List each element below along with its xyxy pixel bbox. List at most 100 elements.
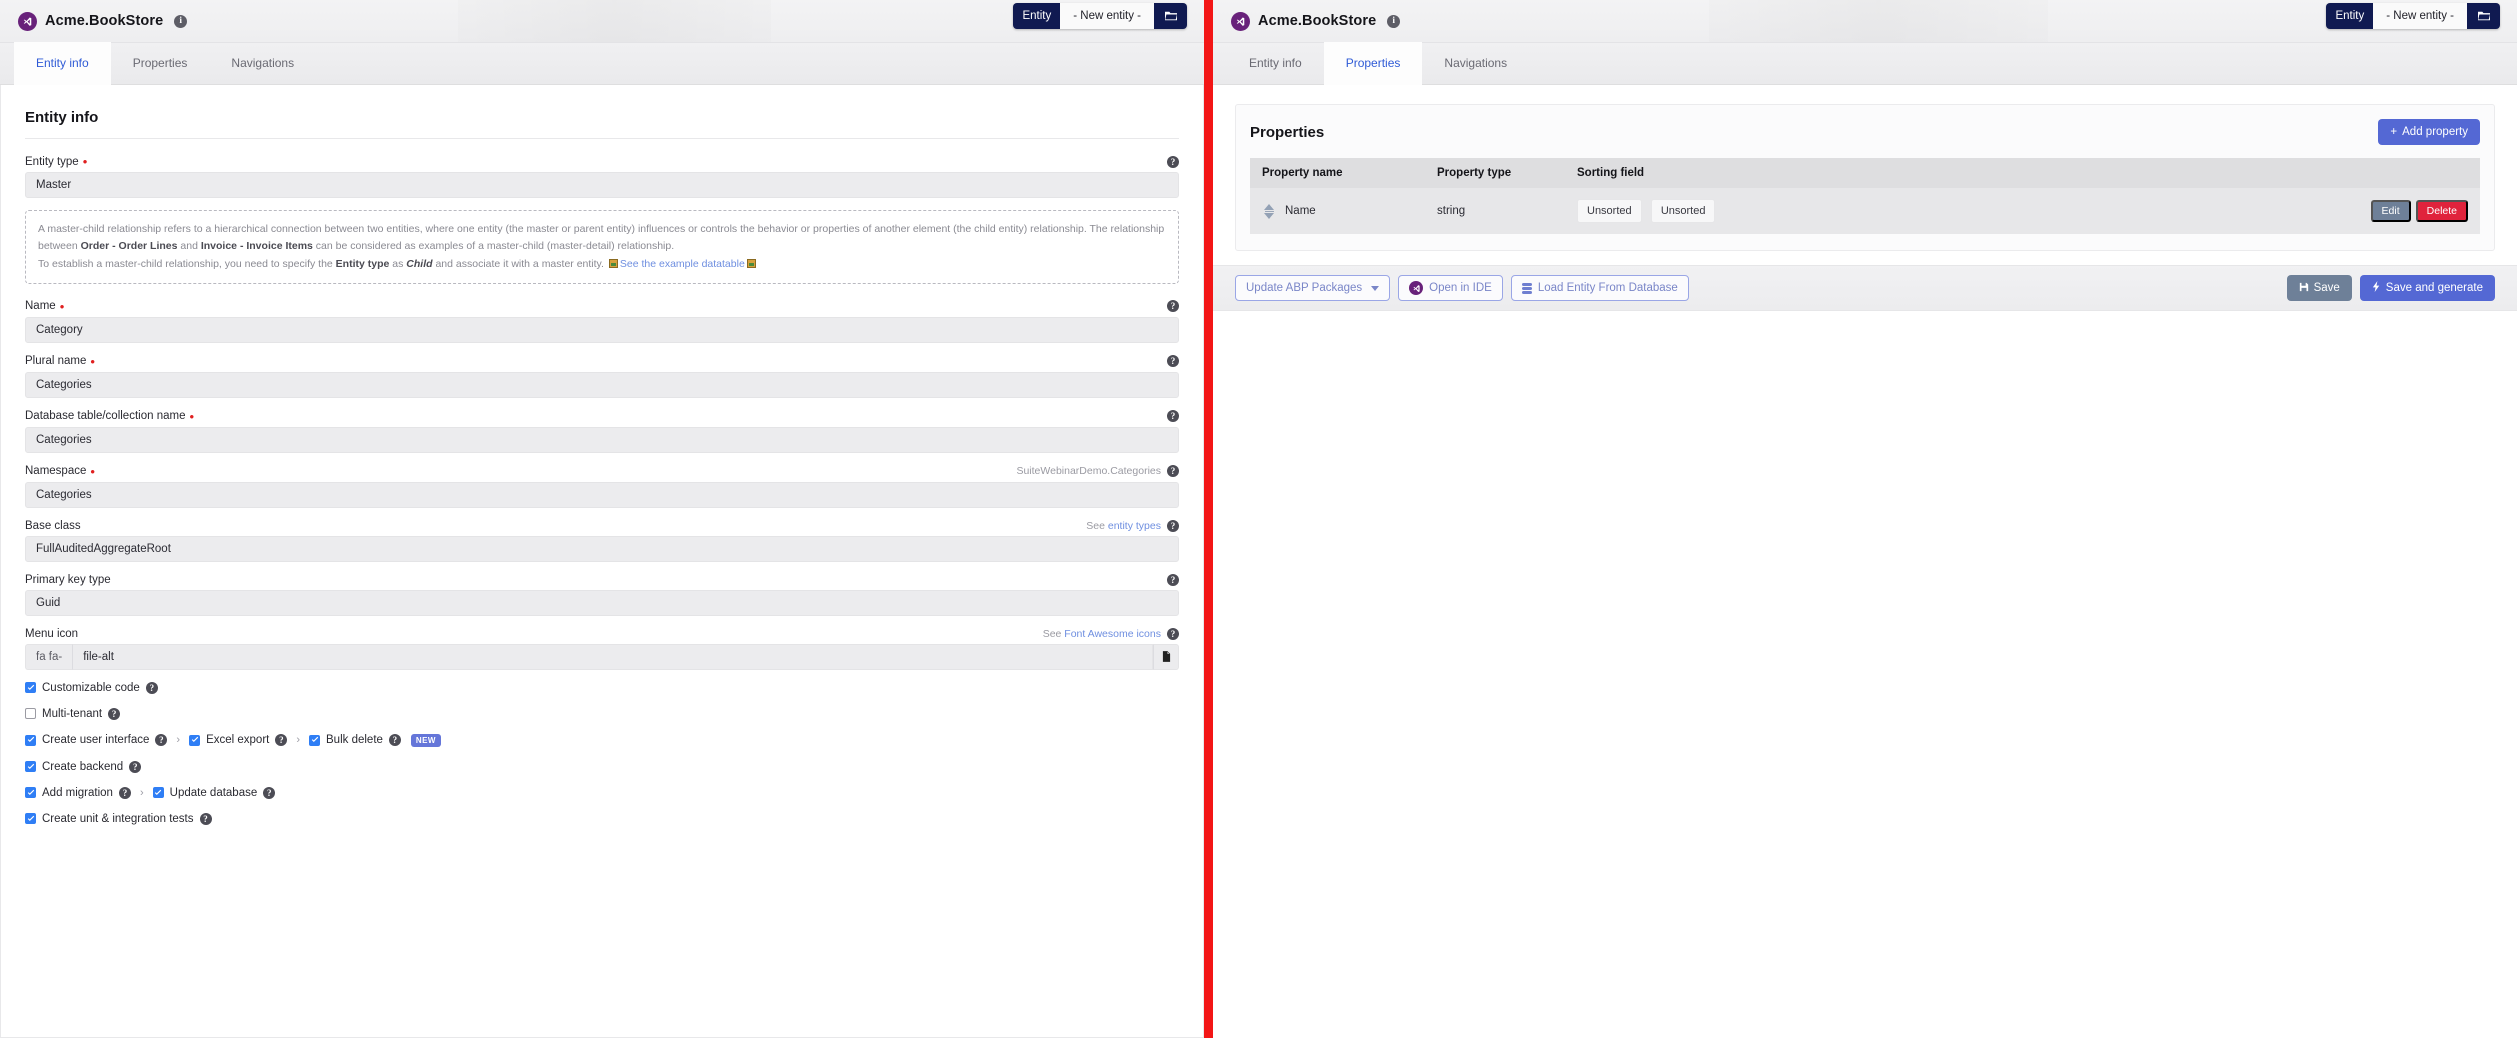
entity-selector-group[interactable]: Entity - New entity - <box>2326 3 2500 29</box>
entity-types-link[interactable]: entity types <box>1108 520 1161 532</box>
checkbox-multi-tenant[interactable]: Multi-tenant ? <box>25 707 1179 720</box>
help-icon[interactable]: ? <box>118 786 131 799</box>
checkbox-icon[interactable] <box>25 761 36 773</box>
app-title: Acme.BookStore <box>1258 13 1377 29</box>
checkbox-icon[interactable] <box>25 708 36 720</box>
db-table-input[interactable]: Categories <box>25 426 1179 453</box>
update-abp-packages-button[interactable]: Update ABP Packages <box>1235 275 1391 301</box>
help-icon[interactable]: ? <box>1167 155 1179 168</box>
checkbox-icon[interactable] <box>25 787 36 799</box>
field-entity-type: Entity type • ? Master <box>25 155 1179 198</box>
new-badge: NEW <box>410 733 441 747</box>
help-icon[interactable]: ? <box>1167 300 1179 313</box>
checkbox-label: Create unit & integration tests <box>42 812 194 825</box>
help-icon[interactable]: ? <box>145 681 158 694</box>
save-and-generate-button[interactable]: Save and generate <box>2359 275 2495 301</box>
help-icon[interactable]: ? <box>1167 465 1179 478</box>
info-circle-icon[interactable]: i <box>1387 14 1401 28</box>
required-marker: • <box>90 353 95 369</box>
entity-selector-value[interactable]: - New entity - <box>2373 3 2467 29</box>
help-icon[interactable]: ? <box>263 786 276 799</box>
add-property-button[interactable]: + Add property <box>2378 119 2480 145</box>
name-input[interactable]: Category <box>25 316 1179 343</box>
visual-studio-icon <box>18 11 37 31</box>
entity-type-select[interactable]: Master <box>25 172 1179 198</box>
checkbox-icon[interactable] <box>25 734 36 746</box>
load-entity-from-database-button[interactable]: Load Entity From Database <box>1510 275 1689 301</box>
example-datatable-link[interactable]: See the example datatable <box>620 258 745 270</box>
primary-key-select[interactable]: Guid <box>25 589 1179 616</box>
note-p2-b: Entity type <box>335 257 390 270</box>
table-header-row: Property name Property type Sorting fiel… <box>1250 158 2480 188</box>
folder-open-icon[interactable] <box>1154 3 1187 29</box>
base-class-hint: See entity types <box>1086 520 1161 532</box>
menu-icon-prefix: fa fa- <box>25 643 73 670</box>
field-base-class: Base class See entity types ? FullAudite… <box>25 519 1179 562</box>
tab-navigations[interactable]: Navigations <box>1422 42 1529 84</box>
tab-entity-info[interactable]: Entity info <box>14 42 111 85</box>
checkbox-icon[interactable] <box>152 787 164 799</box>
tab-navigations[interactable]: Navigations <box>209 42 316 84</box>
entity-selector-value[interactable]: - New entity - <box>1060 3 1154 29</box>
add-property-label: Add property <box>2402 126 2468 138</box>
app-title: Acme.BookStore <box>45 13 164 29</box>
checkbox-icon[interactable] <box>25 813 36 825</box>
open-in-ide-button[interactable]: Open in IDE <box>1398 275 1503 301</box>
base-class-select[interactable]: FullAuditedAggregateRoot <box>25 535 1179 562</box>
image-icon-trailing <box>746 258 756 268</box>
right-action-bar: Update ABP Packages Open in IDE Load Ent… <box>1213 265 2517 311</box>
tab-properties[interactable]: Properties <box>1323 42 1423 85</box>
tab-properties[interactable]: Properties <box>111 42 210 84</box>
tab-entity-info[interactable]: Entity info <box>1227 42 1324 84</box>
font-awesome-link[interactable]: Font Awesome icons <box>1064 628 1161 640</box>
help-icon[interactable]: ? <box>1167 410 1179 423</box>
chevron-right-icon: › <box>139 786 144 799</box>
sorting-pill-1[interactable]: Unsorted <box>1577 199 1642 223</box>
arrow-down-icon[interactable] <box>1264 212 1274 219</box>
checkbox-icon[interactable] <box>25 682 36 694</box>
topbar-sheen <box>1708 0 2048 42</box>
edit-button[interactable]: Edit <box>2370 200 2411 222</box>
help-icon[interactable]: ? <box>1167 519 1179 532</box>
required-marker: • <box>189 408 195 424</box>
entity-selector-group[interactable]: Entity - New entity - <box>1013 3 1187 29</box>
arrow-up-icon[interactable] <box>1264 203 1274 210</box>
help-icon[interactable]: ? <box>388 734 401 747</box>
help-icon[interactable]: ? <box>199 812 212 825</box>
info-circle-icon[interactable]: i <box>174 14 188 28</box>
checkbox-icon[interactable] <box>309 734 321 746</box>
help-icon[interactable]: ? <box>108 707 121 720</box>
left-tabstrip: Entity info Properties Navigations <box>0 42 1204 85</box>
note-p1-b: Order - Order Lines <box>80 240 178 253</box>
open-in-ide-label: Open in IDE <box>1429 282 1492 294</box>
properties-card: Properties + Add property Property name … <box>1235 104 2495 251</box>
checkbox-label: Multi-tenant <box>42 707 103 720</box>
checkbox-icon[interactable] <box>189 734 201 746</box>
save-and-generate-label: Save and generate <box>2385 282 2483 294</box>
delete-button[interactable]: Delete <box>2415 200 2468 222</box>
right-panel: Acme.BookStore i Entity - New entity - E… <box>1213 0 2517 1038</box>
plural-name-input[interactable]: Categories <box>25 371 1179 398</box>
save-button[interactable]: Save <box>2286 275 2352 301</box>
properties-title: Properties <box>1250 123 1325 141</box>
help-icon[interactable]: ? <box>1167 355 1179 368</box>
row-reorder-handle[interactable] <box>1262 203 1276 219</box>
column-actions <box>2358 158 2480 188</box>
help-icon[interactable]: ? <box>1167 627 1179 640</box>
checkbox-create-tests[interactable]: Create unit & integration tests ? <box>25 812 1179 825</box>
column-sorting-field: Sorting field <box>1565 158 2359 188</box>
field-db-table-label: Database table/collection name <box>25 410 186 423</box>
column-property-type: Property type <box>1425 158 1565 188</box>
help-icon[interactable]: ? <box>275 734 288 747</box>
help-icon[interactable]: ? <box>1167 573 1179 586</box>
right-tabstrip: Entity info Properties Navigations <box>1213 42 2517 85</box>
menu-icon-input[interactable]: file-alt <box>72 643 1153 670</box>
folder-open-icon[interactable] <box>2467 3 2500 29</box>
help-icon[interactable]: ? <box>155 734 168 747</box>
sorting-pill-2[interactable]: Unsorted <box>1650 199 1716 223</box>
help-icon[interactable]: ? <box>129 760 142 773</box>
checkbox-create-backend[interactable]: Create backend ? <box>25 760 1179 773</box>
checkbox-customizable-code[interactable]: Customizable code ? <box>25 681 1179 694</box>
namespace-input[interactable]: Categories <box>25 481 1179 508</box>
field-plural-name-label: Plural name <box>25 355 87 368</box>
